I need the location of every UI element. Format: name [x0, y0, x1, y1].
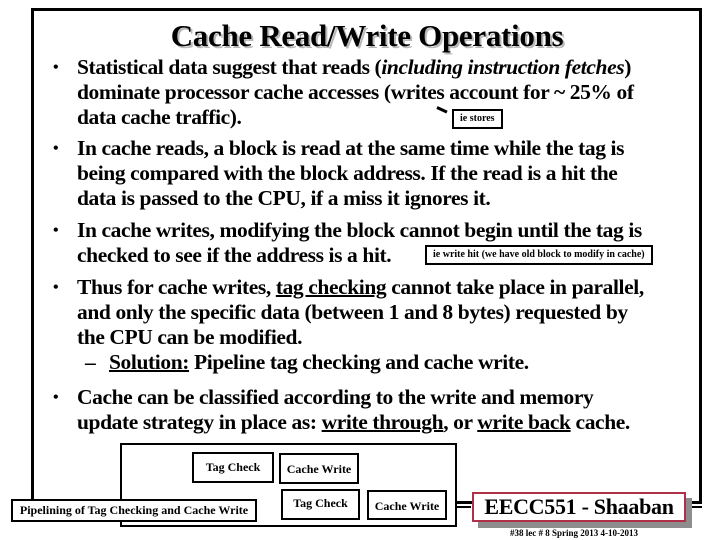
bullet-icon: •	[53, 140, 59, 157]
bullet-text: Cache can be classified according to the…	[77, 385, 594, 409]
bullet-text: dominate processor cache accesses (write…	[77, 80, 634, 104]
bullet-text: In cache reads, a block is read at the s…	[77, 136, 625, 160]
bullet-icon: •	[53, 59, 59, 76]
write-back-term: write back	[477, 410, 571, 434]
stage-tag-check-1: Tag Check	[192, 452, 274, 483]
bullet-text: Statistical data suggest that reads (	[77, 55, 382, 79]
bullet-icon: •	[53, 222, 59, 239]
bullet-text: the CPU can be modified.	[77, 325, 303, 349]
solution-label: Solution:	[109, 350, 190, 374]
bullet-write-strategy: • Cache can be classified according to t…	[52, 385, 630, 435]
pipeline-caption: Pipelining of Tag Checking and Cache Wri…	[11, 499, 257, 522]
connector-line	[457, 506, 471, 508]
sub-bullet-solution: – Solution: Pipeline tag checking and ca…	[77, 350, 644, 375]
bullet-text: cannot take place in parallel,	[386, 275, 644, 299]
solution-text: Pipeline tag checking and cache write.	[189, 350, 529, 374]
course-badge: EECC551 - Shaaban	[472, 492, 686, 522]
bullet-icon: •	[53, 389, 59, 406]
bullet-icon: •	[53, 279, 59, 296]
connector-line	[692, 506, 702, 508]
bullet-text: being compared with the block address. I…	[77, 161, 618, 185]
bullet-reads-dominate: • Statistical data suggest that reads (i…	[52, 55, 634, 130]
bullet-text: data is passed to the CPU, if a miss it …	[77, 186, 491, 210]
bullet-text: Thus for cache writes,	[77, 275, 276, 299]
bullet-tag-checking: • Thus for cache writes, tag checking ca…	[52, 275, 644, 375]
stage-cache-write-2: Cache Write	[367, 490, 447, 520]
italic-text: including instruction fetches	[381, 55, 625, 79]
slide-footer: #38 lec # 8 Spring 2013 4-10-2013	[510, 528, 638, 538]
bullet-text: , or	[443, 410, 478, 434]
bullet-text: In cache writes, modifying the block can…	[77, 218, 642, 242]
bullet-text: and only the specific data (between 1 an…	[77, 300, 628, 324]
stage-tag-check-2: Tag Check	[281, 489, 360, 520]
bullet-text: data cache traffic).	[77, 105, 242, 129]
stage-cache-write-1: Cache Write	[279, 453, 359, 484]
bullet-text: update strategy in place as:	[77, 410, 322, 434]
write-through-term: write through	[321, 410, 444, 434]
note-write-hit: ie write hit (we have old block to modif…	[425, 245, 653, 265]
note-ie-stores: ie stores	[452, 109, 503, 129]
bullet-cache-reads: • In cache reads, a block is read at the…	[52, 136, 624, 211]
bullet-text: cache.	[570, 410, 631, 434]
dash-icon: –	[85, 350, 96, 374]
underlined-text: tag checking	[275, 275, 387, 299]
slide-title: Cache Read/Write Operations	[170, 18, 564, 53]
bullet-text: )	[624, 55, 631, 79]
